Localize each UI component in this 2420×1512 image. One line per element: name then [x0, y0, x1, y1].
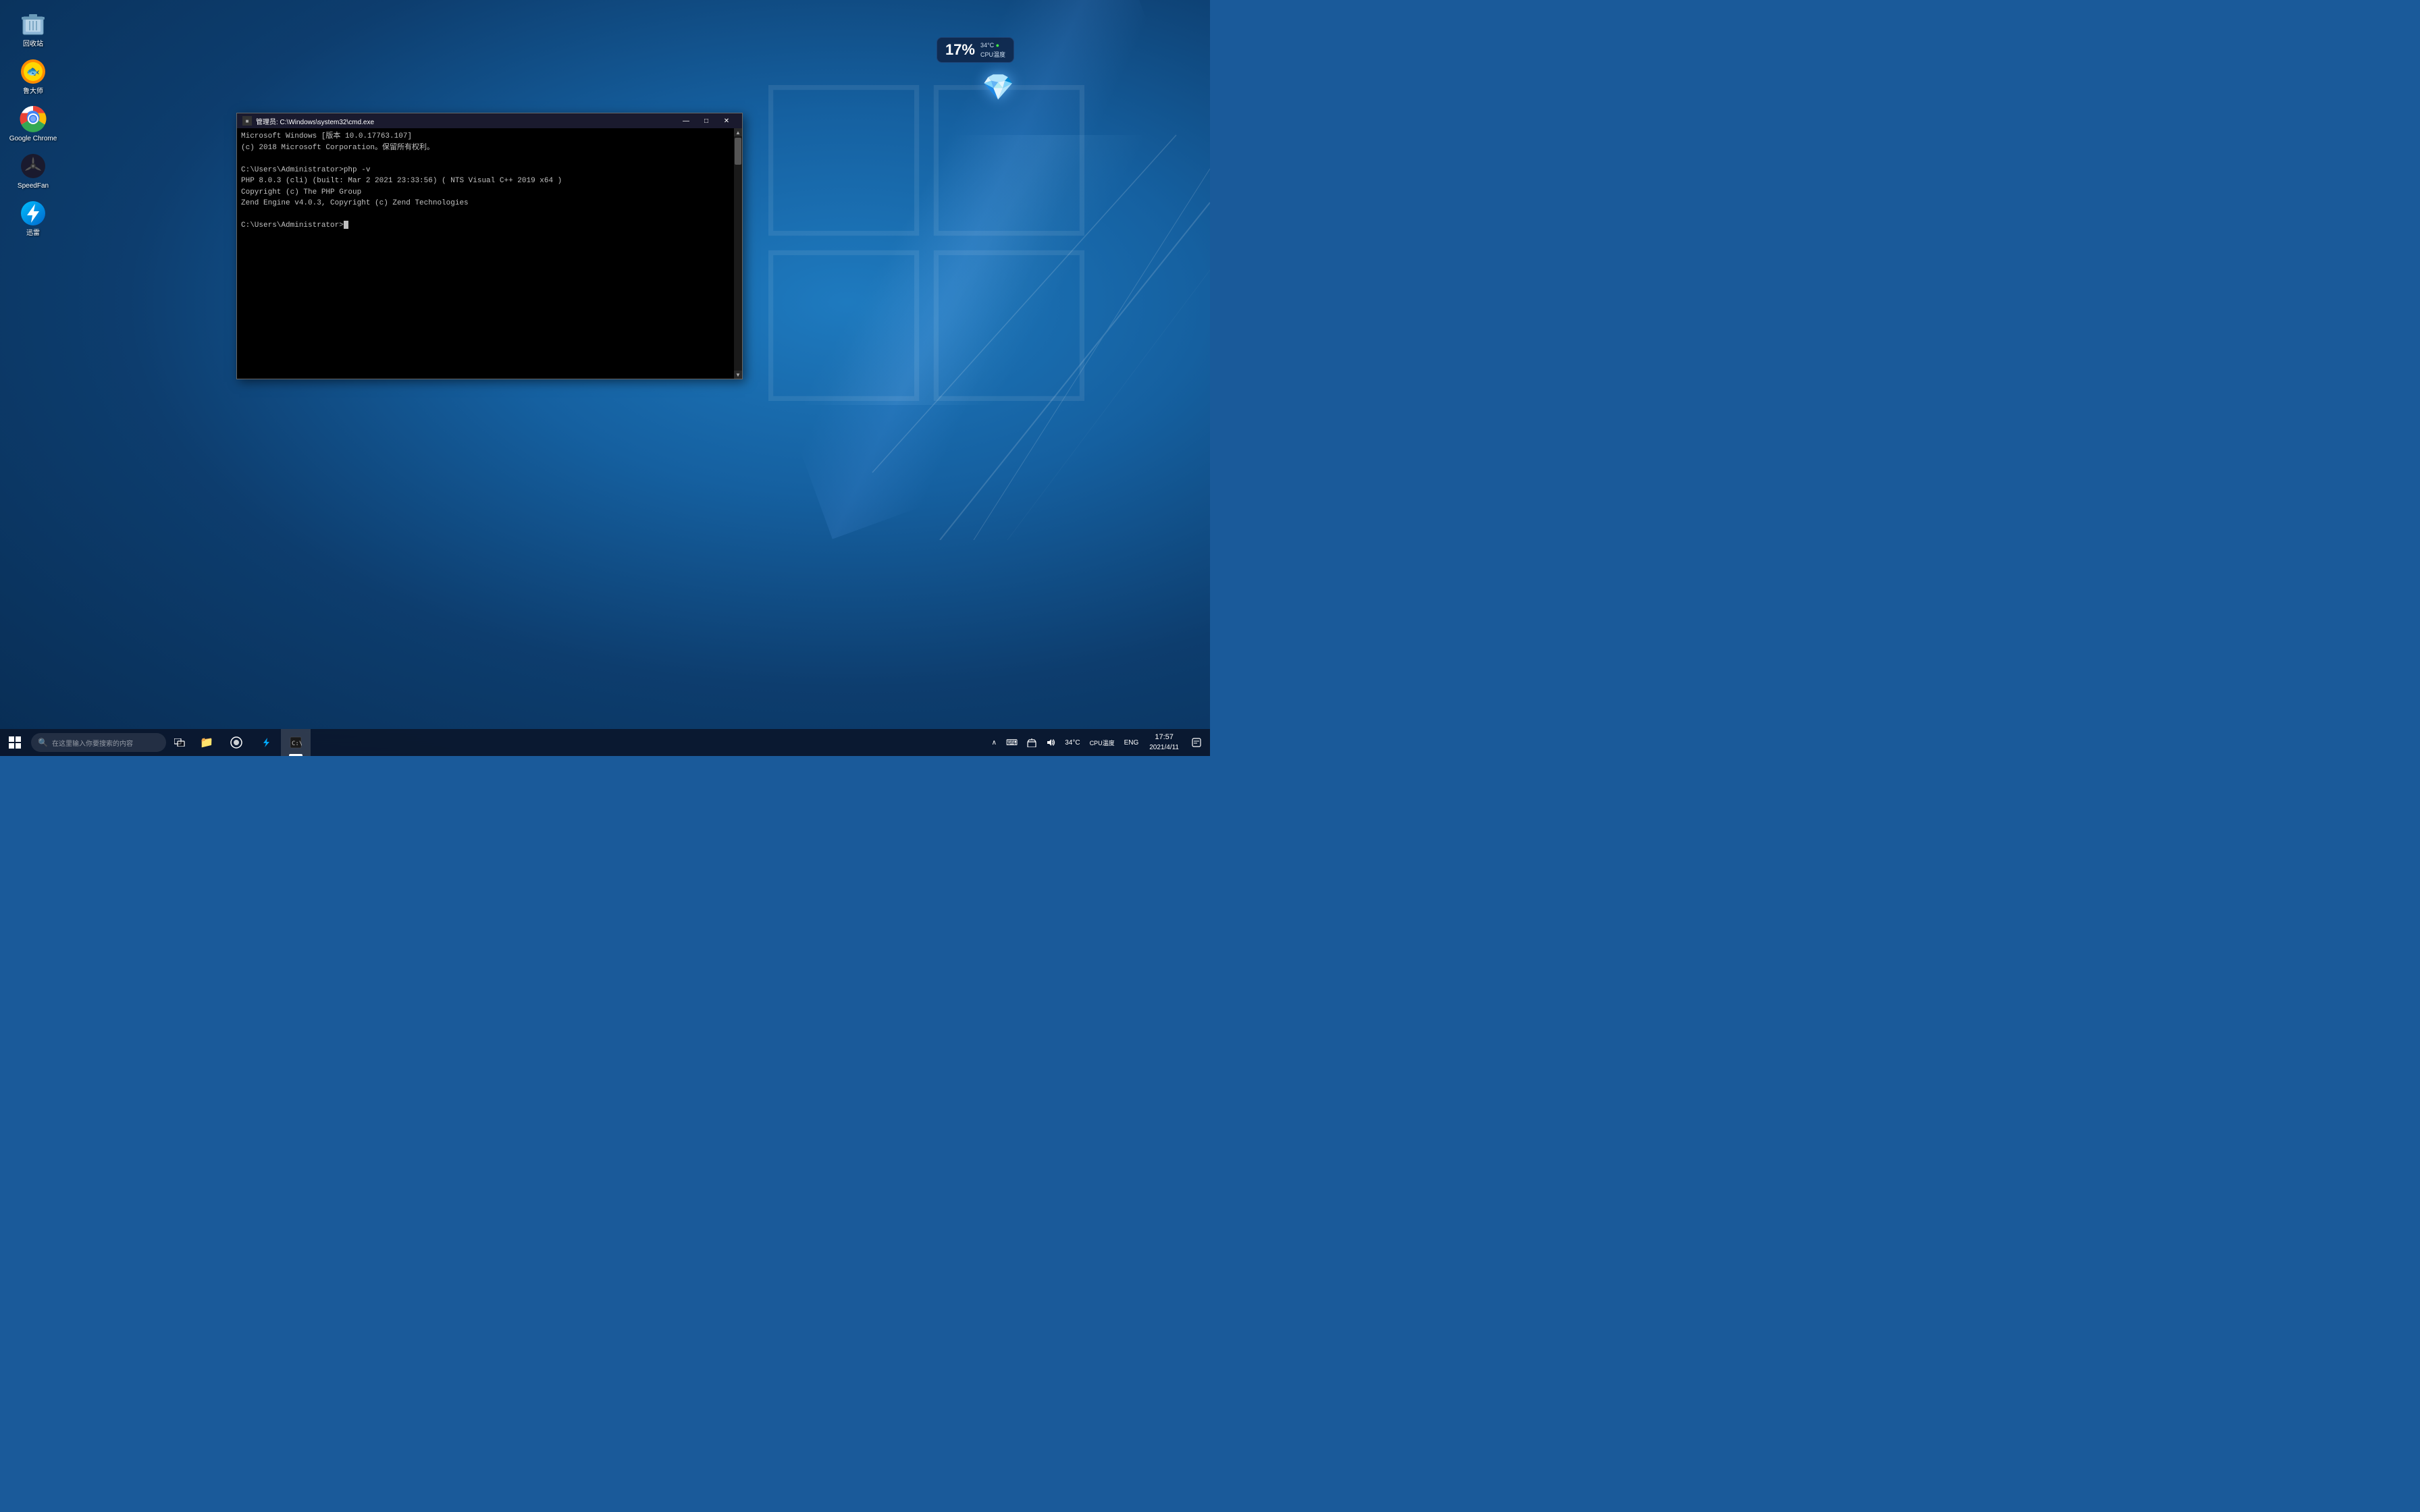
cmd-close-button[interactable]: ✕ — [716, 113, 737, 128]
chrome-icon — [20, 105, 47, 132]
svg-text:C:\: C:\ — [292, 740, 302, 747]
cmd-line-1: Microsoft Windows [版本 10.0.17763.107] — [241, 131, 730, 142]
desktop: 回收站 🐟 鲁大师 — [0, 0, 1210, 756]
cortana-icon — [230, 736, 242, 749]
tray-show-hidden[interactable]: ∧ — [988, 729, 1001, 756]
cmd-window-controls: — □ ✕ — [676, 113, 737, 128]
cmd-line-4: C:\Users\Administrator>php -v — [241, 165, 730, 176]
cmd-window[interactable]: ■ 管理员: C:\Windows\system32\cmd.exe — □ ✕… — [236, 113, 743, 379]
taskbar-app-cortana[interactable] — [221, 729, 251, 756]
taskbar-app-explorer[interactable]: 📁 — [192, 729, 221, 756]
recycle-bin-label: 回收站 — [23, 40, 43, 49]
cmd-content[interactable]: Microsoft Windows [版本 10.0.17763.107] (c… — [237, 128, 734, 379]
recycle-bin-icon — [20, 11, 47, 38]
chevron-up-icon: ∧ — [992, 739, 997, 747]
tray-notification-center[interactable] — [1186, 729, 1207, 756]
cmd-maximize-button[interactable]: □ — [696, 113, 716, 128]
taskbar-search[interactable]: 🔍 在这里输入你要搜索的内容 — [31, 733, 166, 752]
search-placeholder: 在这里输入你要搜索的内容 — [52, 738, 133, 748]
taskbar-pinned-apps: 📁 C:\ — [192, 729, 311, 756]
taskbar-app-cmd[interactable]: C:\ — [281, 729, 311, 756]
tray-keyboard[interactable]: ⌨ — [1002, 729, 1022, 756]
tray-cpu-label: CPU温度 — [1086, 729, 1119, 756]
language-label: ENG — [1124, 739, 1139, 747]
cmd-line-2: (c) 2018 Microsoft Corporation。保留所有权利。 — [241, 142, 730, 154]
cpu-details: 34°C ● CPU温度 — [980, 42, 1005, 59]
cmd-line-5: PHP 8.0.3 (cli) (built: Mar 2 2021 23:33… — [241, 176, 730, 187]
xunlei-label: 迅雷 — [26, 230, 40, 238]
tray-volume[interactable] — [1042, 729, 1059, 756]
search-icon: 🔍 — [38, 738, 48, 747]
cmd-line-7: Zend Engine v4.0.3, Copyright (c) Zend T… — [241, 198, 730, 209]
keyboard-icon: ⌨ — [1006, 738, 1018, 747]
cmd-titlebar: ■ 管理员: C:\Windows\system32\cmd.exe — □ ✕ — [237, 113, 742, 128]
cmd-line-6: Copyright (c) The PHP Group — [241, 187, 730, 198]
cpu-widget: 17% 34°C ● CPU温度 — [937, 37, 1014, 63]
desktop-icon-xunlei[interactable]: 迅雷 — [3, 196, 63, 242]
desktop-icon-chrome[interactable]: Google Chrome — [3, 101, 63, 147]
speedfan-label: SpeedFan — [18, 182, 49, 190]
taskbar-tray: ∧ ⌨ — [988, 729, 1210, 756]
speedfan-icon — [20, 153, 47, 180]
cmd-content-area: Microsoft Windows [版本 10.0.17763.107] (c… — [237, 128, 742, 379]
cmd-title-left: ■ 管理员: C:\Windows\system32\cmd.exe — [242, 116, 374, 126]
volume-icon — [1046, 738, 1055, 747]
taskbar-start-button[interactable] — [0, 729, 30, 756]
cmd-scroll-thumb[interactable] — [735, 138, 741, 165]
cmd-line-9: C:\Users\Administrator> — [241, 220, 730, 232]
cmd-title: 管理员: C:\Windows\system32\cmd.exe — [256, 116, 374, 126]
tray-language[interactable]: ENG — [1120, 729, 1143, 756]
cmd-minimize-button[interactable]: — — [676, 113, 696, 128]
cmd-line-8 — [241, 209, 730, 221]
bg-light-rays — [737, 0, 1210, 540]
desktop-icon-recycle-bin[interactable]: 回收站 — [3, 7, 63, 53]
chrome-label: Google Chrome — [9, 135, 57, 143]
cmd-icon-small: ■ — [242, 116, 252, 126]
tray-cpu-text: CPU温度 — [1090, 738, 1115, 747]
tray-time: 17:57 — [1155, 732, 1174, 742]
taskbar: 🔍 在这里输入你要搜索的内容 📁 — [0, 729, 1210, 756]
cpu-percent: 17% — [945, 41, 975, 59]
desktop-icon-ludashi[interactable]: 🐟 鲁大师 — [3, 54, 63, 100]
cmd-taskbar-icon: C:\ — [290, 736, 302, 749]
cmd-scroll-up[interactable]: ▲ — [734, 128, 742, 136]
network-icon — [1027, 738, 1036, 747]
desktop-icons-container: 回收站 🐟 鲁大师 — [0, 0, 68, 248]
cpu-label: CPU温度 — [980, 50, 1005, 59]
svg-text:🐟: 🐟 — [26, 66, 40, 78]
tray-date: 2021/4/11 — [1149, 743, 1179, 753]
cmd-line-3 — [241, 153, 730, 165]
crystal-bird-icon: 💎 — [982, 73, 1014, 103]
cmd-scroll-down[interactable]: ▼ — [734, 371, 742, 379]
taskbar-app-xunlei[interactable] — [251, 729, 281, 756]
ludashi-icon: 🐟 — [20, 58, 47, 85]
cmd-scrollbar[interactable]: ▲ ▼ — [734, 128, 742, 379]
windows-logo-icon — [9, 736, 21, 749]
ludashi-label: 鲁大师 — [23, 88, 43, 96]
cpu-temp: 34°C ● — [980, 42, 1005, 49]
tray-network[interactable] — [1023, 729, 1041, 756]
taskbar-task-view[interactable] — [167, 729, 192, 756]
task-view-icon — [174, 738, 185, 747]
tray-cpu-temp[interactable]: 34°C — [1061, 729, 1084, 756]
desktop-icon-speedfan[interactable]: SpeedFan — [3, 148, 63, 194]
explorer-icon: 📁 — [200, 736, 213, 749]
notification-icon — [1192, 738, 1201, 747]
tray-clock[interactable]: 17:57 2021/4/11 — [1144, 729, 1184, 756]
tray-temp-value: 34°C — [1065, 739, 1080, 747]
xunlei-taskbar-icon — [260, 736, 272, 749]
xunlei-icon — [20, 200, 47, 227]
